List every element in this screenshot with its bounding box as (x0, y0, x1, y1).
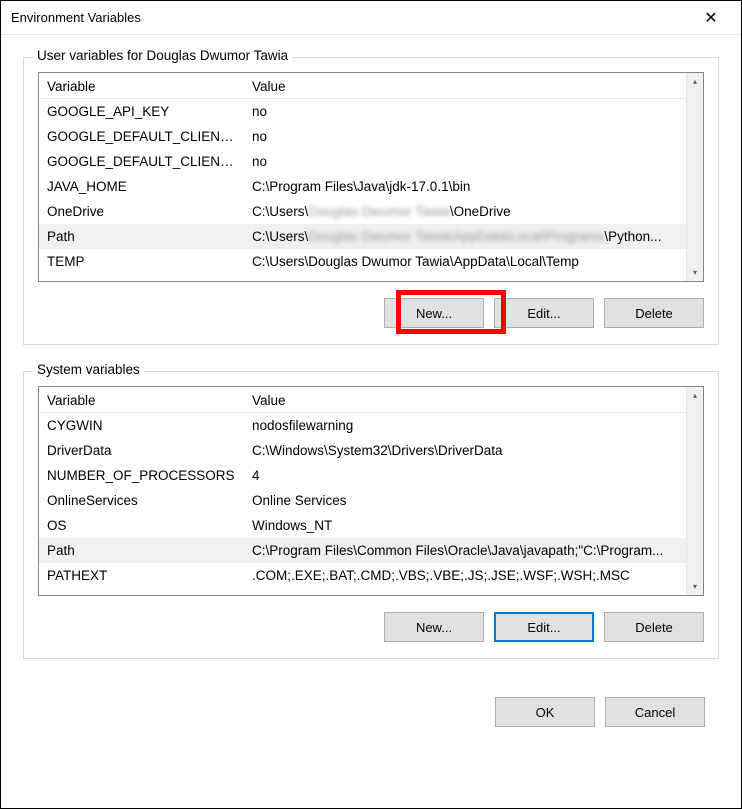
system-variables-group: System variables Variable Value CYGWINno… (23, 371, 719, 659)
scroll-down-icon[interactable]: ▾ (687, 578, 703, 595)
user-value-cell: C:\Users\Douglas Dwumor Tawia\AppData\Lo… (244, 249, 686, 274)
close-button[interactable]: ✕ (691, 4, 731, 32)
user-variables-table-wrap: Variable Value GOOGLE_API_KEYnoGOOGLE_DE… (38, 72, 704, 282)
system-var-cell: Path (39, 538, 244, 563)
user-value-cell: no (244, 99, 686, 125)
system-variables-table-wrap: Variable Value CYGWINnodosfilewarningDri… (38, 386, 704, 596)
scroll-track[interactable] (687, 90, 703, 264)
scroll-up-icon[interactable]: ▴ (687, 73, 703, 90)
system-var-cell: OS (39, 513, 244, 538)
user-var-cell: GOOGLE_DEFAULT_CLIENT_ID (39, 124, 244, 149)
ok-button[interactable]: OK (495, 697, 595, 727)
scroll-track[interactable] (687, 404, 703, 578)
user-row[interactable]: GOOGLE_DEFAULT_CLIENT_IDno (39, 124, 686, 149)
system-row[interactable]: OSWindows_NT (39, 513, 686, 538)
system-edit-button[interactable]: Edit... (494, 612, 594, 642)
user-var-cell: OneDrive (39, 199, 244, 224)
system-value-cell: Windows_NT (244, 513, 686, 538)
close-icon: ✕ (704, 8, 717, 28)
user-col-value[interactable]: Value (244, 73, 686, 99)
system-col-variable[interactable]: Variable (39, 387, 244, 413)
user-variables-title: User variables for Douglas Dwumor Tawia (33, 48, 292, 63)
user-value-cell: C:\Users\Douglas Dwumor Tawia\OneDrive (244, 199, 686, 224)
user-value-cell: no (244, 149, 686, 174)
system-var-cell: CYGWIN (39, 413, 244, 439)
system-value-cell: 4 (244, 463, 686, 488)
system-var-cell: DriverData (39, 438, 244, 463)
dialog-title: Environment Variables (11, 10, 141, 25)
system-variables-table[interactable]: Variable Value CYGWINnodosfilewarningDri… (39, 387, 686, 588)
system-var-cell: OnlineServices (39, 488, 244, 513)
user-delete-button[interactable]: Delete (604, 298, 704, 328)
system-value-cell: Online Services (244, 488, 686, 513)
system-row[interactable]: CYGWINnodosfilewarning (39, 413, 686, 439)
user-value-cell: no (244, 124, 686, 149)
user-new-button[interactable]: New... (384, 298, 484, 328)
system-delete-button[interactable]: Delete (604, 612, 704, 642)
system-buttons-row: New... Edit... Delete (38, 612, 704, 642)
user-variables-table[interactable]: Variable Value GOOGLE_API_KEYnoGOOGLE_DE… (39, 73, 686, 274)
user-row[interactable]: GOOGLE_DEFAULT_CLIENT_S...no (39, 149, 686, 174)
user-row[interactable]: JAVA_HOMEC:\Program Files\Java\jdk-17.0.… (39, 174, 686, 199)
system-scrollbar[interactable]: ▴ ▾ (686, 387, 703, 595)
system-value-cell: C:\Windows\System32\Drivers\DriverData (244, 438, 686, 463)
system-variables-title: System variables (33, 362, 144, 377)
user-buttons-row: New... Edit... Delete (38, 298, 704, 328)
user-var-cell: TEMP (39, 249, 244, 274)
scroll-down-icon[interactable]: ▾ (687, 264, 703, 281)
system-var-cell: NUMBER_OF_PROCESSORS (39, 463, 244, 488)
system-row[interactable]: PATHEXT.COM;.EXE;.BAT;.CMD;.VBS;.VBE;.JS… (39, 563, 686, 588)
system-row[interactable]: DriverDataC:\Windows\System32\Drivers\Dr… (39, 438, 686, 463)
system-var-cell: PATHEXT (39, 563, 244, 588)
user-var-cell: JAVA_HOME (39, 174, 244, 199)
system-value-cell: .COM;.EXE;.BAT;.CMD;.VBS;.VBE;.JS;.JSE;.… (244, 563, 686, 588)
system-value-cell: C:\Program Files\Common Files\Oracle\Jav… (244, 538, 686, 563)
user-value-cell: C:\Program Files\Java\jdk-17.0.1\bin (244, 174, 686, 199)
user-variables-group: User variables for Douglas Dwumor Tawia … (23, 57, 719, 345)
system-row[interactable]: PathC:\Program Files\Common Files\Oracle… (39, 538, 686, 563)
system-new-button[interactable]: New... (384, 612, 484, 642)
dialog-content: User variables for Douglas Dwumor Tawia … (1, 35, 741, 695)
user-var-cell: Path (39, 224, 244, 249)
user-col-variable[interactable]: Variable (39, 73, 244, 99)
user-row[interactable]: PathC:\Users\Douglas Dwumor Tawia\AppDat… (39, 224, 686, 249)
system-row[interactable]: OnlineServicesOnline Services (39, 488, 686, 513)
user-row[interactable]: TEMPC:\Users\Douglas Dwumor Tawia\AppDat… (39, 249, 686, 274)
cancel-button[interactable]: Cancel (605, 697, 705, 727)
system-row[interactable]: NUMBER_OF_PROCESSORS4 (39, 463, 686, 488)
user-row[interactable]: GOOGLE_API_KEYno (39, 99, 686, 125)
user-var-cell: GOOGLE_DEFAULT_CLIENT_S... (39, 149, 244, 174)
user-edit-button[interactable]: Edit... (494, 298, 594, 328)
dialog-footer: OK Cancel (1, 695, 741, 739)
user-row[interactable]: OneDriveC:\Users\Douglas Dwumor Tawia\On… (39, 199, 686, 224)
user-value-cell: C:\Users\Douglas Dwumor Tawia\AppData\Lo… (244, 224, 686, 249)
system-value-cell: nodosfilewarning (244, 413, 686, 439)
scroll-up-icon[interactable]: ▴ (687, 387, 703, 404)
user-var-cell: GOOGLE_API_KEY (39, 99, 244, 125)
titlebar: Environment Variables ✕ (1, 1, 741, 35)
system-col-value[interactable]: Value (244, 387, 686, 413)
user-scrollbar[interactable]: ▴ ▾ (686, 73, 703, 281)
